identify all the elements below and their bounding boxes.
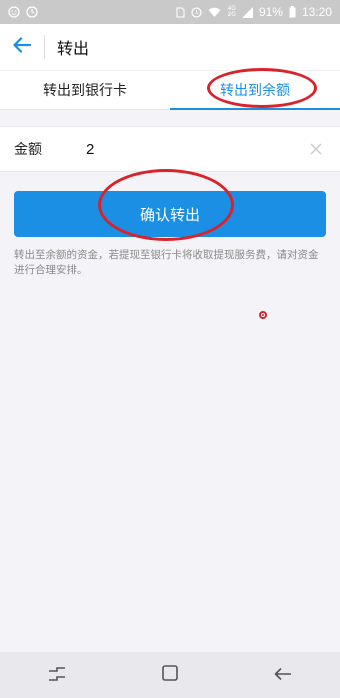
hint-text: 转出至余额的资金，若提现至银行卡将收取提现服务费，请对资金进行合理安排。 xyxy=(14,249,319,276)
battery-percent: 91% xyxy=(258,5,283,19)
clear-button[interactable] xyxy=(306,139,326,159)
tab-bank-card[interactable]: 转出到银行卡 xyxy=(0,71,170,109)
app-bar: 转出 xyxy=(0,24,340,70)
face-icon xyxy=(8,6,20,18)
status-left xyxy=(8,6,38,18)
tab-label: 转出到银行卡 xyxy=(43,83,127,99)
sim-icon xyxy=(176,6,186,18)
confirm-transfer-button[interactable]: 确认转出 xyxy=(14,191,326,237)
close-icon xyxy=(310,140,322,159)
alarm-icon xyxy=(26,6,38,18)
header-divider xyxy=(44,35,45,59)
recent-apps-button[interactable] xyxy=(37,655,77,695)
page-title: 转出 xyxy=(57,39,90,58)
annotation-dot xyxy=(259,311,267,319)
status-time: 13:20 xyxy=(301,5,332,19)
status-right: 4G 2G 91% 13:20 xyxy=(176,5,332,19)
wifi-icon xyxy=(208,7,221,18)
tab-balance[interactable]: 转出到余额 xyxy=(170,71,340,110)
amount-label: 金额 xyxy=(14,142,42,158)
network-type: 4G 2G xyxy=(227,6,235,18)
amount-input[interactable] xyxy=(86,140,306,158)
arrow-left-icon xyxy=(13,37,32,57)
navigation-bar xyxy=(0,652,340,698)
amount-row: 金额 xyxy=(0,126,340,172)
status-bar: 4G 2G 91% 13:20 xyxy=(0,0,340,24)
tab-bar: 转出到银行卡 转出到余额 xyxy=(0,68,340,110)
clock-icon xyxy=(191,6,203,18)
battery-icon xyxy=(289,6,296,18)
home-icon xyxy=(162,665,178,685)
back-icon xyxy=(274,666,292,685)
recent-apps-icon xyxy=(48,666,66,685)
network-bottom: 2G xyxy=(227,11,236,18)
nav-back-button[interactable] xyxy=(263,655,303,695)
back-button[interactable] xyxy=(0,24,44,70)
home-button[interactable] xyxy=(150,655,190,695)
signal-icon xyxy=(241,6,253,18)
tab-label: 转出到余额 xyxy=(220,83,290,99)
